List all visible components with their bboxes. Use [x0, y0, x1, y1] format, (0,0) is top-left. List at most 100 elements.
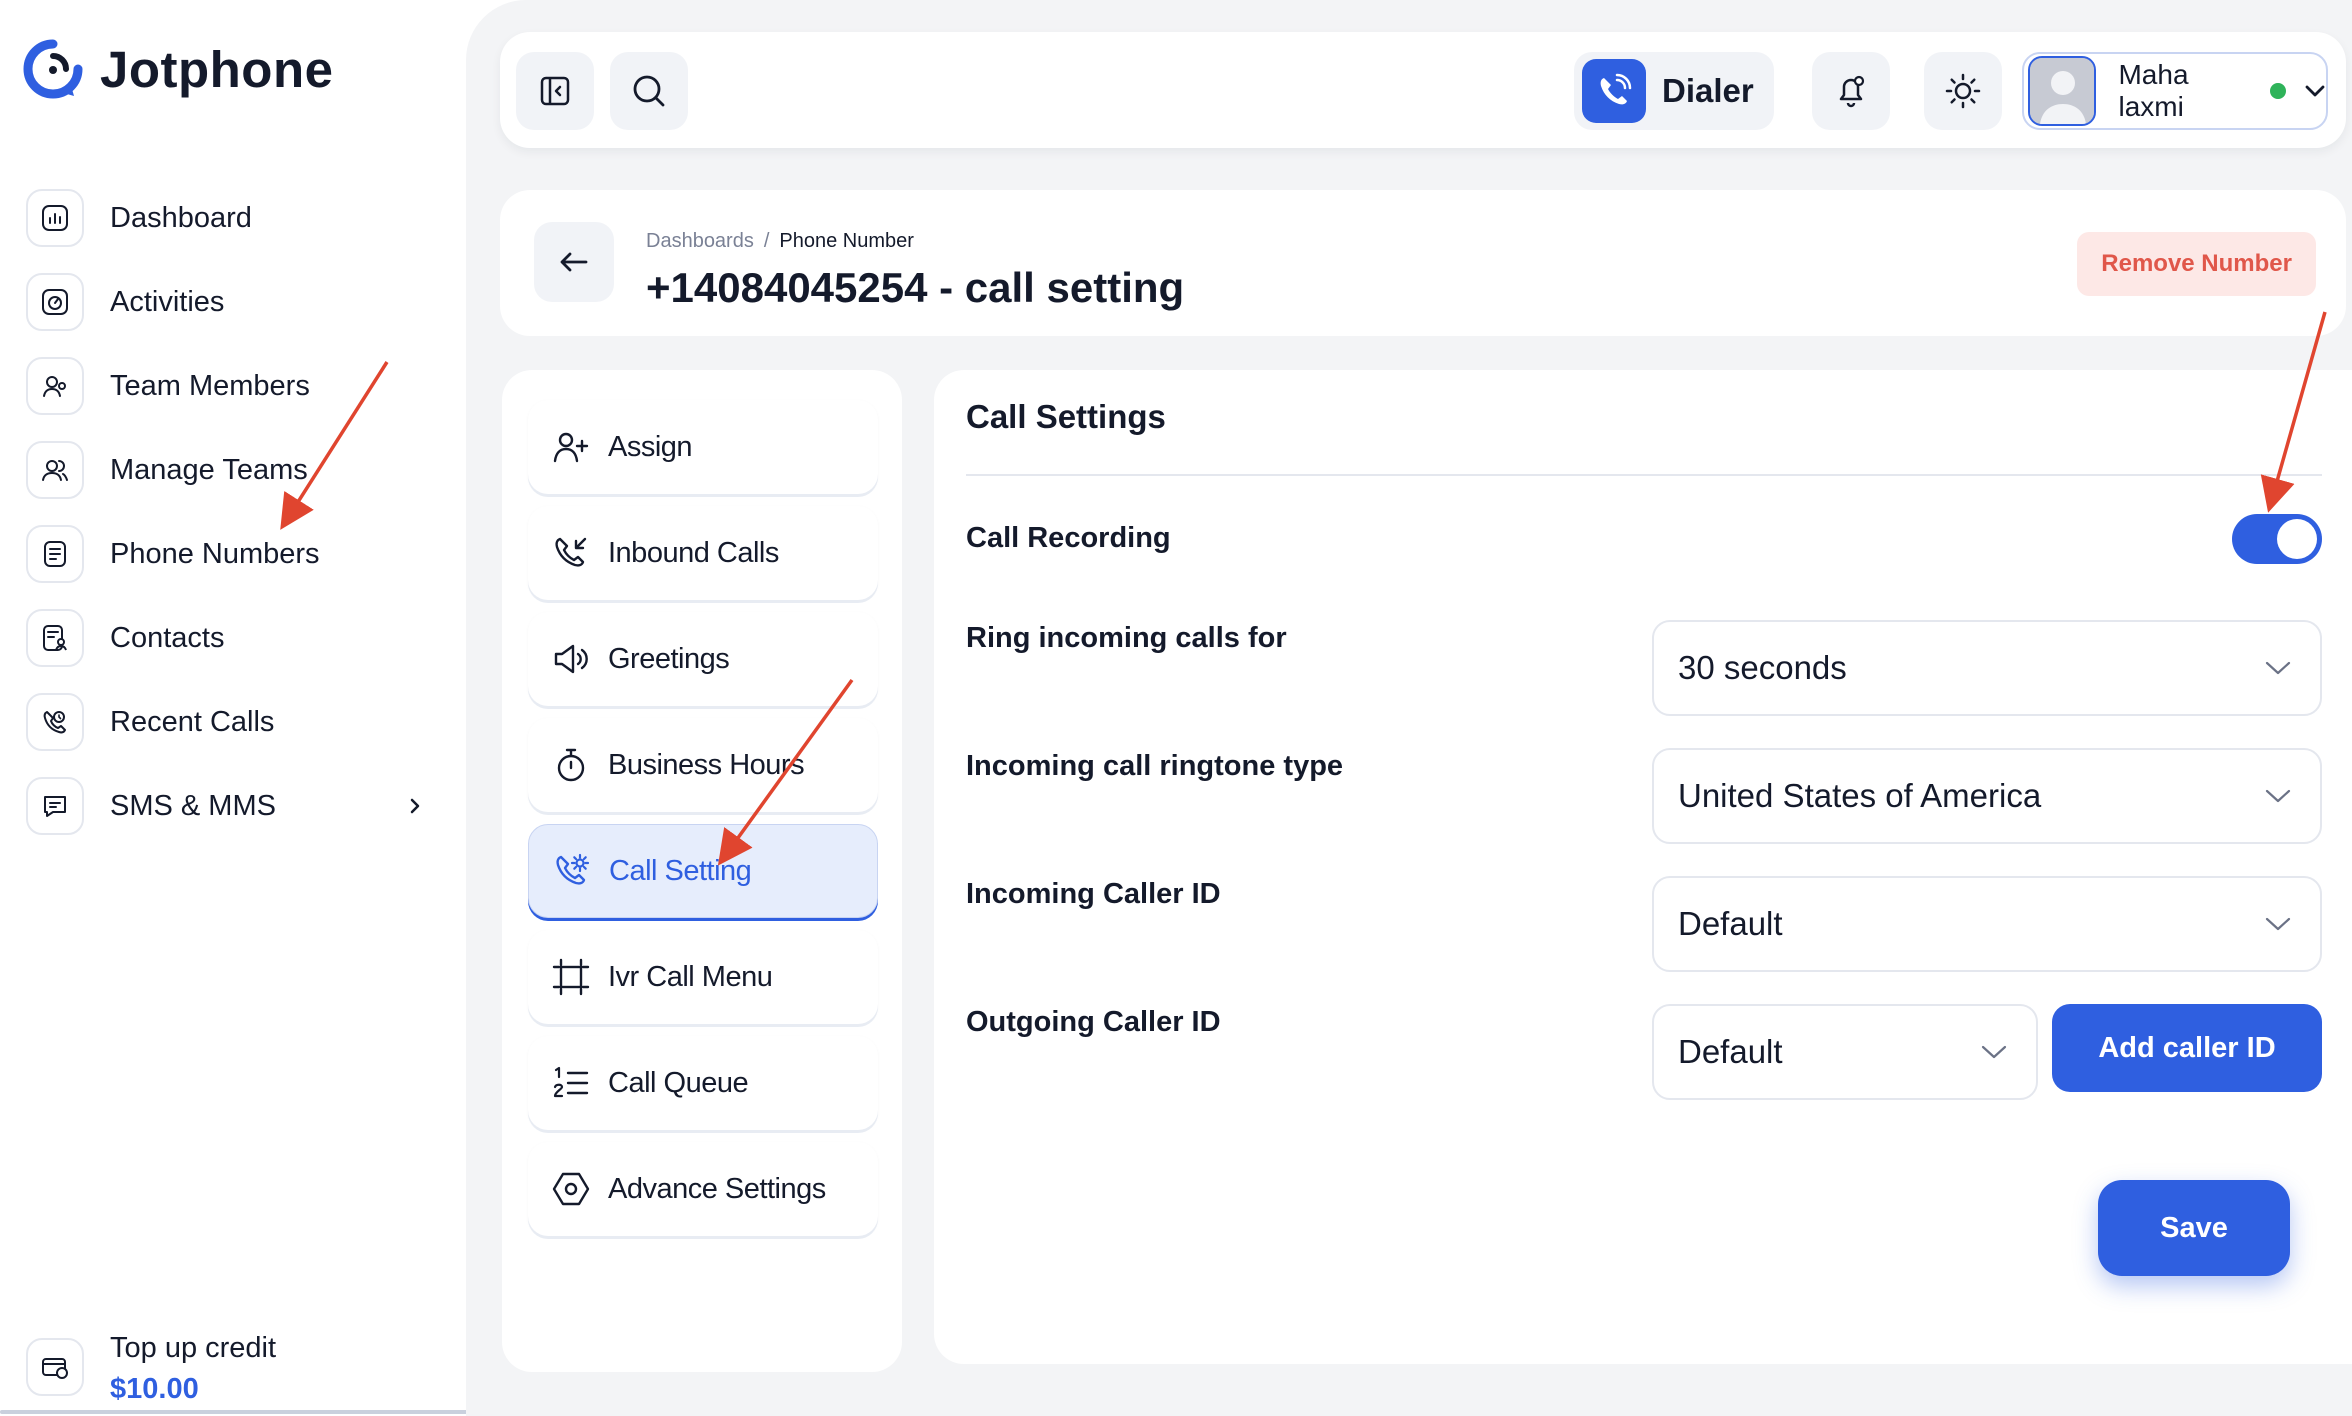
submenu-item-ivr-call-menu[interactable]: Ivr Call Menu	[528, 930, 878, 1024]
arrow-left-icon	[560, 252, 588, 272]
sidebar-item-dashboard[interactable]: Dashboard	[26, 176, 436, 260]
outgoing-caller-id-label: Outgoing Caller ID	[966, 1006, 1221, 1038]
page-header: Dashboards / Phone Number +14084045254 -…	[500, 190, 2346, 336]
submenu-item-call-queue[interactable]: Call Queue	[528, 1036, 878, 1130]
incoming-caller-id-value: Default	[1678, 905, 1783, 942]
sidebar-item-label: SMS & MMS	[110, 789, 276, 822]
incoming-caller-id-select[interactable]: Default	[1652, 876, 2322, 972]
jotphone-logo-icon	[23, 39, 83, 99]
divider	[966, 474, 2322, 476]
dialer-label: Dialer	[1662, 72, 1754, 109]
sidebar-toggle-icon	[540, 76, 570, 106]
back-button[interactable]	[534, 222, 614, 302]
chevron-right-icon[interactable]	[400, 791, 430, 821]
numbered-list-icon	[550, 1062, 592, 1104]
ring-duration-select[interactable]: 30 seconds	[1652, 620, 2322, 716]
sidebar-item-label: Dashboard	[110, 201, 252, 234]
user-menu[interactable]: Maha laxmi	[2022, 52, 2328, 130]
page-title: +14084045254 - call setting	[646, 264, 1185, 311]
outgoing-caller-id-select[interactable]: Default	[1652, 1004, 2038, 1100]
hexagon-settings-icon	[550, 1168, 592, 1210]
submenu-label: Advance Settings	[608, 1172, 826, 1205]
breadcrumb-current: Phone Number	[779, 230, 914, 252]
submenu-label: Ivr Call Menu	[608, 960, 773, 993]
credit-label: Top up credit	[110, 1332, 277, 1364]
submenu-label: Call Queue	[608, 1066, 749, 1099]
phone-book-icon	[26, 525, 84, 583]
chevron-down-icon	[1980, 1044, 2008, 1060]
submenu-item-call-setting[interactable]: Call Setting	[528, 824, 878, 918]
submenu-item-greetings[interactable]: Greetings	[528, 612, 878, 706]
sidebar: Jotphone Dashboard Activities Team Membe…	[0, 0, 616, 1416]
ringtone-type-value: United States of America	[1678, 777, 2042, 814]
online-status-dot	[2270, 83, 2286, 99]
stopwatch-icon	[550, 744, 592, 786]
sidebar-item-manage-teams[interactable]: Manage Teams	[26, 428, 436, 512]
submenu-label: Assign	[608, 430, 693, 463]
breadcrumb-dashboards[interactable]: Dashboards	[646, 230, 754, 253]
chart-icon	[26, 189, 84, 247]
settings-submenu: Assign Inbound Calls Greetings Business …	[502, 370, 902, 1372]
collapse-sidebar-button[interactable]	[516, 52, 594, 130]
submenu-item-advance-settings[interactable]: Advance Settings	[528, 1142, 878, 1236]
submenu-item-assign[interactable]: Assign	[528, 400, 878, 494]
sidebar-item-label: Recent Calls	[110, 705, 275, 738]
avatar	[2028, 56, 2097, 126]
sidebar-item-label: Team Members	[110, 369, 310, 402]
message-icon	[26, 777, 84, 835]
sidebar-item-phone-numbers[interactable]: Phone Numbers	[26, 512, 436, 596]
ring-duration-value: 30 seconds	[1678, 649, 1847, 686]
ringtone-type-select[interactable]: United States of America	[1652, 748, 2322, 844]
speaker-icon	[550, 638, 592, 680]
app-name: Jotphone	[100, 40, 334, 98]
call-recording-label: Call Recording	[966, 522, 1171, 554]
remove-number-button[interactable]: Remove Number	[2077, 232, 2316, 296]
dialer-button[interactable]: Dialer	[1574, 52, 1774, 130]
ringtone-type-label: Incoming call ringtone type	[966, 750, 1344, 782]
sidebar-item-label: Manage Teams	[110, 453, 308, 486]
bell-icon	[1839, 75, 1865, 108]
search-button[interactable]	[610, 52, 688, 130]
sidebar-item-activities[interactable]: Activities	[26, 260, 436, 344]
ivr-frame-icon	[550, 956, 592, 998]
submenu-label: Greetings	[608, 642, 730, 675]
call-recording-toggle[interactable]	[2232, 514, 2322, 564]
top-bar: Dialer Maha laxmi	[500, 32, 2346, 148]
user-name: Maha laxmi	[2118, 59, 2189, 122]
inbound-call-icon	[550, 532, 592, 574]
save-button[interactable]: Save	[2098, 1180, 2290, 1276]
submenu-label: Business Hours	[608, 748, 805, 781]
wallet-icon	[26, 1338, 84, 1396]
app-logo[interactable]: Jotphone	[20, 36, 333, 102]
toggle-knob	[2277, 519, 2317, 559]
search-icon	[633, 75, 665, 107]
call-settings-panel: Call Settings Call Recording Ring incomi…	[934, 370, 2352, 1364]
sidebar-item-label: Phone Numbers	[110, 537, 320, 570]
chevron-down-icon	[2264, 788, 2292, 804]
sidebar-item-label: Contacts	[110, 621, 225, 654]
phone-settings-icon	[551, 850, 593, 892]
submenu-item-inbound-calls[interactable]: Inbound Calls	[528, 506, 878, 600]
phone-call-icon	[1582, 59, 1646, 123]
theme-toggle-button[interactable]	[1924, 52, 2002, 130]
sidebar-item-recent-calls[interactable]: Recent Calls	[26, 680, 436, 764]
team-member-icon	[26, 357, 84, 415]
breadcrumb-separator: /	[763, 230, 770, 252]
sidebar-item-contacts[interactable]: Contacts	[26, 596, 436, 680]
credit-value: $10.00	[110, 1373, 199, 1405]
contacts-icon	[26, 609, 84, 667]
add-caller-id-button[interactable]: Add caller ID	[2052, 1004, 2322, 1092]
sidebar-nav: Dashboard Activities Team Members Manage…	[26, 176, 436, 848]
sidebar-item-team-members[interactable]: Team Members	[26, 344, 436, 428]
notifications-button[interactable]	[1812, 52, 1890, 130]
chevron-down-icon	[2264, 916, 2292, 932]
sidebar-item-label: Activities	[110, 285, 225, 318]
submenu-item-business-hours[interactable]: Business Hours	[528, 718, 878, 812]
recent-calls-icon	[26, 693, 84, 751]
top-up-credit[interactable]: Top up credit $10.00	[26, 1332, 276, 1406]
main-area: Dialer Maha laxmi Dashboards / Phone Num…	[466, 0, 2352, 1416]
section-title: Call Settings	[966, 398, 1166, 435]
teams-icon	[26, 441, 84, 499]
sidebar-item-sms-mms[interactable]: SMS & MMS	[26, 764, 436, 848]
outgoing-caller-id-value: Default	[1678, 1033, 1783, 1070]
